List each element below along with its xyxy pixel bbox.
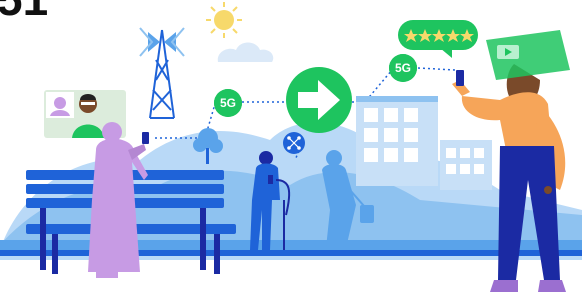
vr-headset-icon [486,30,570,80]
5g-badge-left: 5G [214,89,242,117]
5g-badge-right: 5G [389,54,417,82]
page-number: 51 [0,0,48,22]
smartphone-icon [456,70,464,86]
rating-bubble [398,20,478,58]
illustration-scene: 51 5G 5G [0,0,582,297]
arrow-right-icon [286,67,352,133]
scene-svg [0,2,582,292]
cloud-icon [217,42,274,62]
cell-tower-icon [139,27,185,119]
network-nodes-icon [283,132,305,154]
sun-icon [206,2,242,38]
